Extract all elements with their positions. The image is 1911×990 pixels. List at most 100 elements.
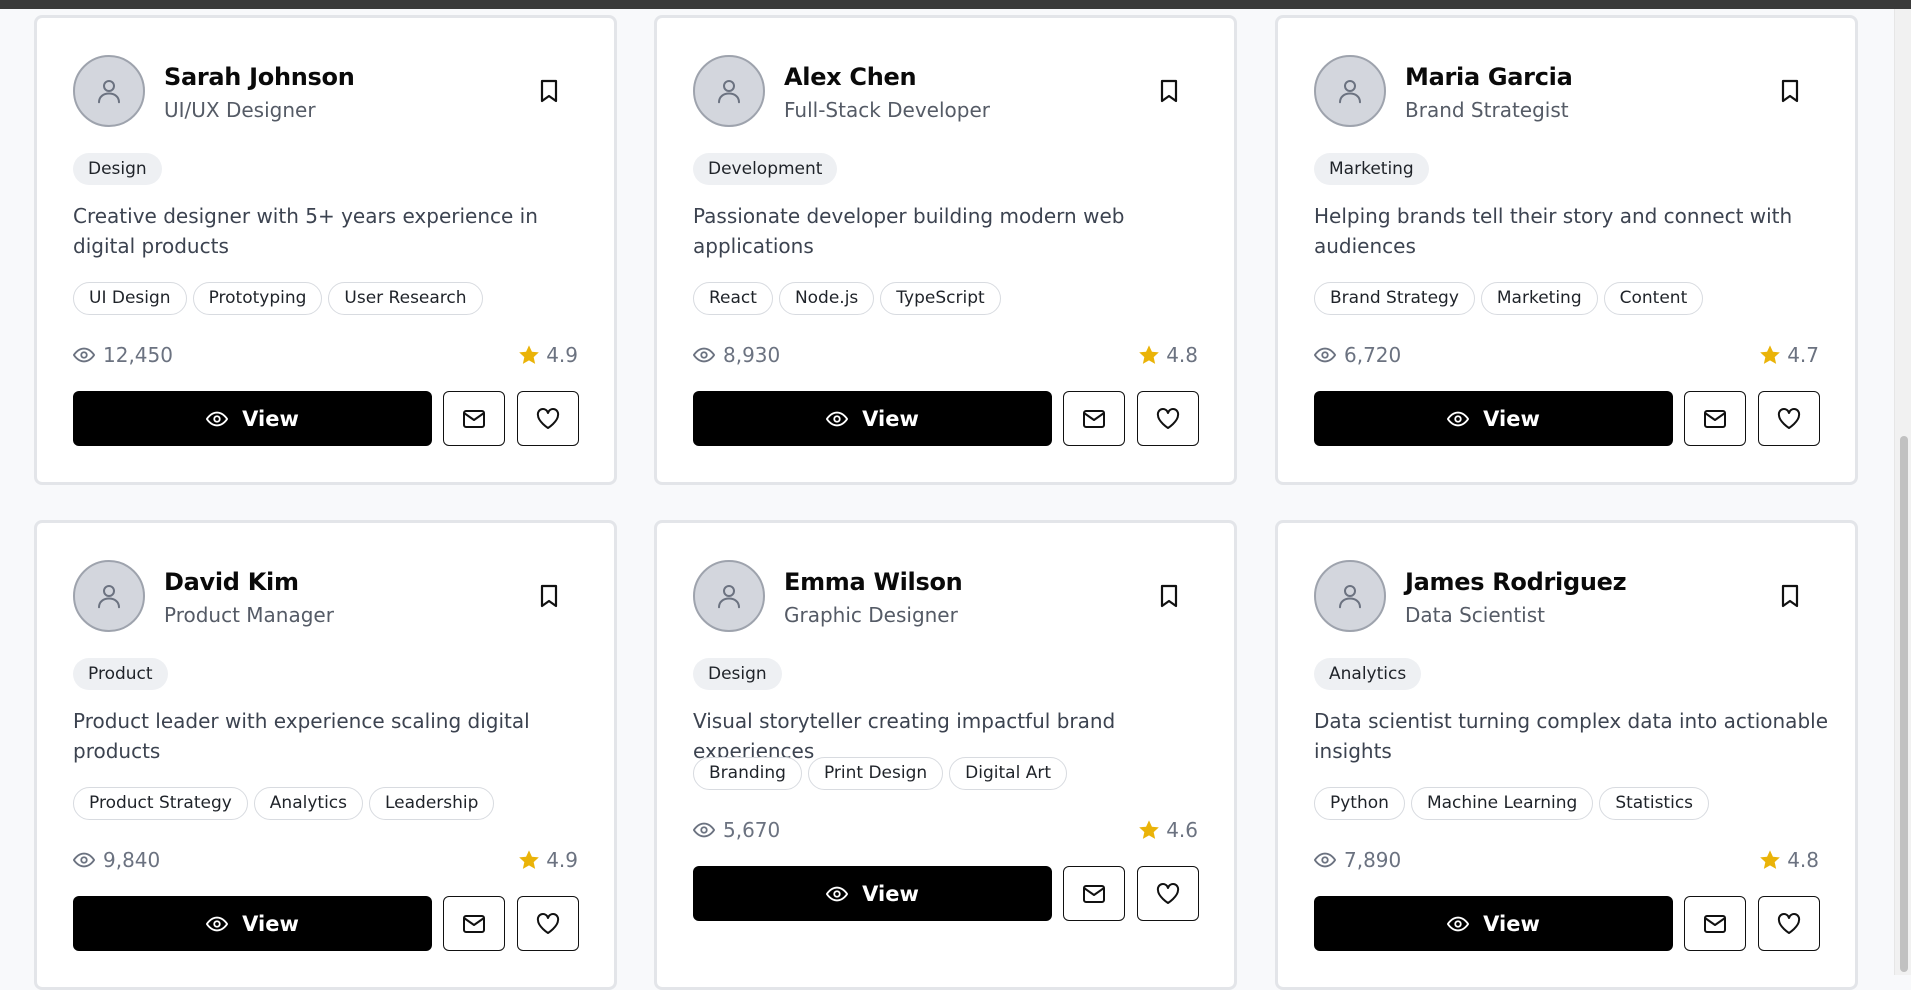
- skill-tags: Brand Strategy Marketing Content: [1314, 282, 1704, 315]
- view-button[interactable]: View: [1314, 391, 1673, 446]
- profile-card: James Rodriguez Data Scientist Analytics…: [1275, 520, 1858, 990]
- user-icon: [1339, 80, 1361, 104]
- message-button[interactable]: [1684, 896, 1746, 951]
- view-button-label: View: [1483, 406, 1540, 431]
- rating: 4.9: [518, 343, 578, 367]
- rating: 4.6: [1138, 818, 1198, 842]
- heart-icon: [1156, 407, 1180, 429]
- views-value: 5,670: [723, 818, 781, 842]
- mail-icon: [1083, 884, 1105, 903]
- skill-tags: Branding Print Design Digital Art: [693, 757, 1067, 790]
- profile-role: Brand Strategist: [1405, 98, 1569, 122]
- eye-icon: [826, 411, 849, 426]
- skill-tag: React: [693, 282, 773, 315]
- profile-role: Full-Stack Developer: [784, 98, 991, 122]
- skill-tag: Node.js: [778, 282, 875, 315]
- view-button[interactable]: View: [693, 866, 1052, 921]
- skill-tags: Python Machine Learning Statistics: [1314, 787, 1710, 820]
- bookmark-button[interactable]: [1777, 583, 1803, 609]
- skill-tag: Print Design: [807, 757, 944, 790]
- bookmark-button[interactable]: [536, 78, 562, 104]
- star-icon: [1139, 345, 1159, 364]
- category-badge: Design: [693, 658, 782, 690]
- rating: 4.8: [1759, 848, 1819, 872]
- skill-tag: Prototyping: [192, 282, 323, 315]
- message-button[interactable]: [1063, 391, 1125, 446]
- category-badge: Development: [693, 153, 838, 185]
- profile-description: Creative designer with 5+ years experien…: [73, 204, 538, 258]
- avatar: [73, 560, 145, 632]
- message-button[interactable]: [1063, 866, 1125, 921]
- favorite-button[interactable]: [1758, 391, 1820, 446]
- view-button-label: View: [1483, 911, 1540, 936]
- favorite-button[interactable]: [517, 896, 579, 951]
- scrollbar[interactable]: [1894, 9, 1911, 975]
- views-value: 9,840: [103, 848, 161, 872]
- star-icon: [1139, 820, 1159, 839]
- skill-tag: Python: [1314, 787, 1405, 820]
- view-button-label: View: [242, 406, 299, 431]
- rating-value: 4.8: [1166, 343, 1198, 367]
- rating-value: 4.9: [546, 848, 578, 872]
- bookmark-icon: [1781, 584, 1799, 608]
- user-icon: [98, 585, 120, 609]
- profile-description: Data scientist turning complex data into…: [1314, 709, 1828, 763]
- profile-name: Maria Garcia: [1405, 63, 1573, 91]
- view-button[interactable]: View: [693, 391, 1052, 446]
- views-value: 12,450: [103, 343, 173, 367]
- skill-tag: Digital Art: [949, 757, 1067, 790]
- message-button[interactable]: [443, 391, 505, 446]
- views-value: 6,720: [1344, 343, 1402, 367]
- favorite-button[interactable]: [517, 391, 579, 446]
- star-icon: [1760, 850, 1780, 869]
- rating-value: 4.7: [1787, 343, 1819, 367]
- rating-value: 4.6: [1166, 818, 1198, 842]
- heart-icon: [1777, 407, 1801, 429]
- bookmark-icon: [1160, 79, 1178, 103]
- scrollbar-thumb[interactable]: [1900, 436, 1908, 972]
- view-button[interactable]: View: [1314, 896, 1673, 951]
- view-button[interactable]: View: [73, 391, 432, 446]
- favorite-button[interactable]: [1137, 866, 1199, 921]
- rating: 4.8: [1138, 343, 1198, 367]
- message-button[interactable]: [1684, 391, 1746, 446]
- profile-name: Alex Chen: [784, 63, 917, 91]
- views-count: 12,450: [73, 343, 173, 367]
- views-count: 8,930: [693, 343, 780, 367]
- user-icon: [718, 80, 740, 104]
- bookmark-button[interactable]: [1156, 78, 1182, 104]
- profile-card: Emma Wilson Graphic Designer Design Visu…: [654, 520, 1237, 990]
- eye-icon: [206, 916, 229, 931]
- views-count: 6,720: [1314, 343, 1401, 367]
- avatar: [1314, 560, 1386, 632]
- eye-icon: [206, 411, 229, 426]
- heart-icon: [1156, 882, 1180, 904]
- profile-name: James Rodriguez: [1405, 568, 1627, 596]
- message-button[interactable]: [443, 896, 505, 951]
- view-button[interactable]: View: [73, 896, 432, 951]
- mail-icon: [1083, 409, 1105, 428]
- bookmark-button[interactable]: [1777, 78, 1803, 104]
- skill-tag: Leadership: [369, 787, 495, 820]
- rating: 4.9: [518, 848, 578, 872]
- avatar: [693, 560, 765, 632]
- heart-icon: [536, 407, 560, 429]
- favorite-button[interactable]: [1137, 391, 1199, 446]
- profile-role: Data Scientist: [1405, 603, 1545, 627]
- eye-icon: [1447, 916, 1470, 931]
- profile-card: Sarah Johnson UI/UX Designer Design Crea…: [34, 15, 617, 485]
- view-button-label: View: [862, 406, 919, 431]
- skill-tag: UI Design: [73, 282, 187, 315]
- star-icon: [1760, 345, 1780, 364]
- eye-icon: [693, 822, 715, 838]
- category-badge: Product: [73, 658, 168, 690]
- category-badge: Analytics: [1314, 658, 1422, 690]
- avatar: [1314, 55, 1386, 127]
- star-icon: [519, 850, 539, 869]
- bookmark-button[interactable]: [1156, 583, 1182, 609]
- eye-icon: [1314, 347, 1336, 363]
- bookmark-button[interactable]: [536, 583, 562, 609]
- skill-tag: Brand Strategy: [1314, 282, 1475, 315]
- favorite-button[interactable]: [1758, 896, 1820, 951]
- skill-tags: UI Design Prototyping User Research: [73, 282, 483, 315]
